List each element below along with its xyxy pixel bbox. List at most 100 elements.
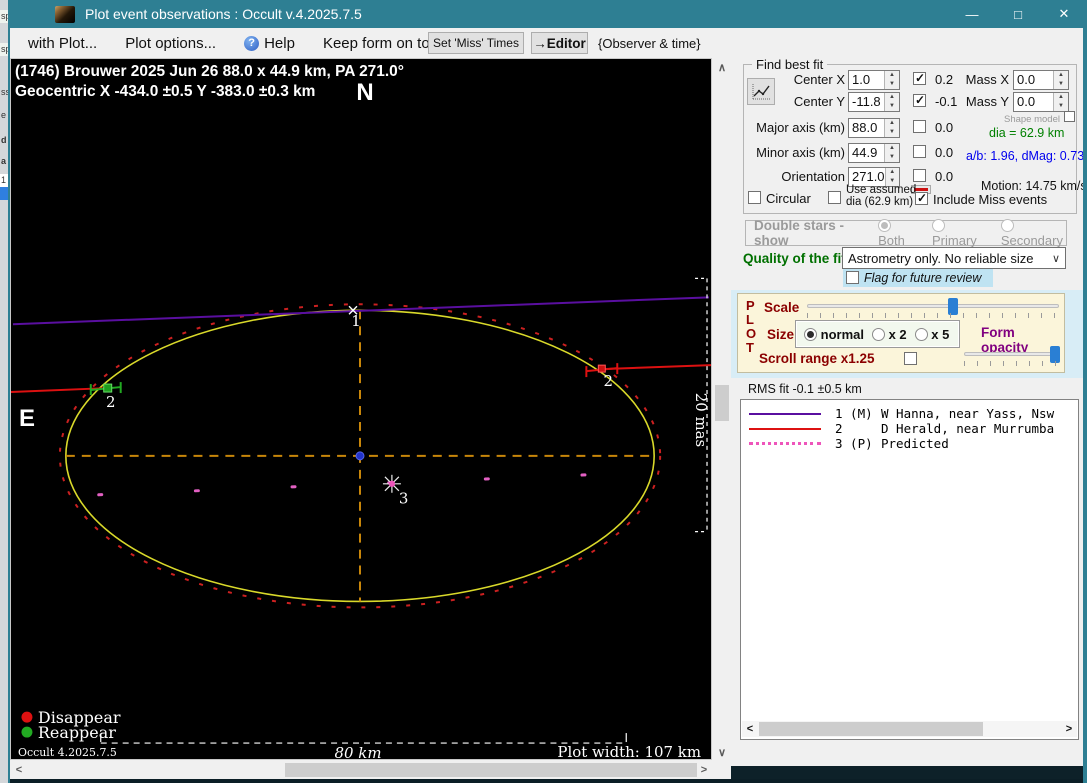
east-label: E <box>19 405 35 432</box>
scroll-range-checkbox[interactable] <box>904 352 917 365</box>
spin-down-icon[interactable]: ▼ <box>885 80 899 89</box>
form-opacity-slider[interactable] <box>964 352 1060 356</box>
center-y-checkbox[interactable] <box>913 94 926 107</box>
flag-review-checkbox[interactable] <box>846 271 859 284</box>
quality-combo[interactable]: Astrometry only. No reliable size ∨ <box>842 247 1066 269</box>
vertical-scroll-thumb[interactable] <box>715 385 729 421</box>
plot-controls-panel: P L O T Scale Size normal x 2 x 5 Form o… <box>737 293 1065 373</box>
minor-axis-checkbox[interactable] <box>913 145 926 158</box>
spin-up-icon[interactable]: ▲ <box>885 71 899 80</box>
panel-bottom-strip <box>731 766 1083 779</box>
scroll-right-icon[interactable]: > <box>1061 721 1077 737</box>
spin-down-icon[interactable]: ▼ <box>1054 102 1068 111</box>
chevron-down-icon: ∨ <box>1052 252 1060 265</box>
menu-plot-options[interactable]: Plot options... <box>111 28 230 58</box>
spin-up-icon[interactable]: ▲ <box>1054 93 1068 102</box>
observation-num: 3 (P) <box>835 436 881 451</box>
background-fragment: sp <box>0 43 8 56</box>
include-miss-checkbox[interactable] <box>915 192 928 205</box>
size-normal-radio[interactable]: normal <box>804 327 864 342</box>
double-stars-both-radio[interactable]: Both <box>878 218 914 248</box>
minimize-button[interactable]: — <box>949 0 995 28</box>
control-panel: Find best fit Center X 1.0 ▲▼ 0.2 Mass X… <box>731 58 1083 766</box>
observation-row[interactable]: 1 (M) W Hanna, near Yass, Nsw <box>741 407 1078 420</box>
minor-axis-spinner[interactable]: 44.9 ▲▼ <box>848 143 900 163</box>
mass-y-spinner[interactable]: 0.0 ▲▼ <box>1013 92 1069 112</box>
center-x-checkbox[interactable] <box>913 72 926 85</box>
observation-name: D Herald, near Murrumba <box>881 421 1054 436</box>
listbox-horizontal-scrollbar[interactable]: < > <box>742 721 1077 737</box>
diameter-text: dia = 62.9 km <box>989 126 1064 140</box>
spin-down-icon[interactable]: ▼ <box>885 153 899 162</box>
spin-up-icon[interactable]: ▲ <box>1054 71 1068 80</box>
menu-help[interactable]: ? Help <box>230 28 309 58</box>
shape-model-checkbox[interactable] <box>1064 111 1075 122</box>
plot-horizontal-scrollbar[interactable]: < > <box>10 761 713 779</box>
spin-up-icon[interactable]: ▲ <box>885 119 899 128</box>
major-axis-checkbox[interactable] <box>913 120 926 133</box>
scroll-right-icon[interactable]: > <box>695 761 713 779</box>
observation-row[interactable]: 3 (P) Predicted <box>741 437 1078 450</box>
include-miss-label: Include Miss events <box>933 192 1047 207</box>
title-bar: Plot event observations : Occult v.4.202… <box>8 0 1087 28</box>
mas-scale-label: 20 mas <box>692 393 710 448</box>
observer-time-label: {Observer & time} <box>598 36 701 51</box>
orientation-checkbox[interactable] <box>913 169 926 182</box>
close-button[interactable]: ✕ <box>1041 0 1087 28</box>
mass-x-spinner[interactable]: 0.0 ▲▼ <box>1013 70 1069 90</box>
set-miss-times-button[interactable]: Set 'Miss' Times <box>428 32 524 54</box>
plot-word-letter: O <box>746 326 756 341</box>
reappear-legend-dot <box>21 727 32 738</box>
double-stars-secondary-radio[interactable]: Secondary <box>1001 218 1066 248</box>
both-label: Both <box>878 233 905 248</box>
spin-up-icon[interactable]: ▲ <box>886 168 899 177</box>
app-icon <box>55 6 75 23</box>
double-stars-primary-radio[interactable]: Primary <box>932 218 983 248</box>
find-best-fit-title: Find best fit <box>752 57 827 72</box>
orientation-residual: 0.0 <box>935 169 953 184</box>
horizontal-scroll-thumb[interactable] <box>285 763 697 777</box>
observation-row[interactable]: 2 D Herald, near Murrumba <box>741 422 1078 435</box>
axis-ratio-text: a/b: 1.96, dMag: 0.73 <box>966 149 1084 163</box>
occult-plot-window: sp sp ss e d a 1 Plot event observations… <box>0 0 1087 783</box>
menu-with-plot[interactable]: with Plot... <box>14 28 111 58</box>
size-x2-label: x 2 <box>889 327 907 342</box>
spin-down-icon[interactable]: ▼ <box>885 102 899 111</box>
plot-vertical-scrollbar[interactable]: ∧ ∨ <box>713 58 731 761</box>
circular-checkbox[interactable] <box>748 191 761 204</box>
scroll-up-icon[interactable]: ∧ <box>713 58 731 76</box>
center-x-label: Center X <box>769 72 845 87</box>
secondary-label: Secondary <box>1001 233 1063 248</box>
predicted-line-sample <box>749 442 821 445</box>
chord-1-line-sample <box>749 413 821 415</box>
size-x2-radio[interactable]: x 2 <box>872 327 907 342</box>
maximize-button[interactable]: □ <box>995 0 1041 28</box>
flag-review-label: Flag for future review <box>864 271 981 285</box>
listbox-scroll-thumb[interactable] <box>759 722 983 736</box>
editor-button[interactable]: →Editor <box>531 32 588 54</box>
window-left-border <box>8 28 10 783</box>
spin-down-icon[interactable]: ▼ <box>1054 80 1068 89</box>
scroll-left-icon[interactable]: < <box>10 761 28 779</box>
plot-controls-wrap: P L O T Scale Size normal x 2 x 5 Form o… <box>731 290 1083 378</box>
spin-up-icon[interactable]: ▲ <box>885 93 899 102</box>
center-x-spinner[interactable]: 1.0 ▲▼ <box>848 70 900 90</box>
use-assumed-checkbox[interactable] <box>828 191 841 204</box>
background-selected-row <box>0 187 8 200</box>
scale-slider[interactable] <box>807 304 1059 308</box>
window-right-border <box>1083 0 1087 783</box>
scroll-down-icon[interactable]: ∨ <box>713 743 731 761</box>
observations-listbox[interactable]: 1 (M) W Hanna, near Yass, Nsw 2 D Herald… <box>740 399 1079 740</box>
center-y-spinner[interactable]: -11.8 ▲▼ <box>848 92 900 112</box>
spin-up-icon[interactable]: ▲ <box>885 144 899 153</box>
major-axis-residual: 0.0 <box>935 120 953 135</box>
center-y-residual: -0.1 <box>935 94 957 109</box>
spin-down-icon[interactable]: ▼ <box>885 128 899 137</box>
plot-word-letter: T <box>746 340 754 355</box>
size-radio-group: normal x 2 x 5 <box>795 320 960 348</box>
observation-name: Predicted <box>881 436 949 451</box>
major-axis-spinner[interactable]: 88.0 ▲▼ <box>848 118 900 138</box>
observation-name: W Hanna, near Yass, Nsw <box>881 406 1054 421</box>
size-x5-radio[interactable]: x 5 <box>915 327 950 342</box>
scroll-left-icon[interactable]: < <box>742 721 758 737</box>
